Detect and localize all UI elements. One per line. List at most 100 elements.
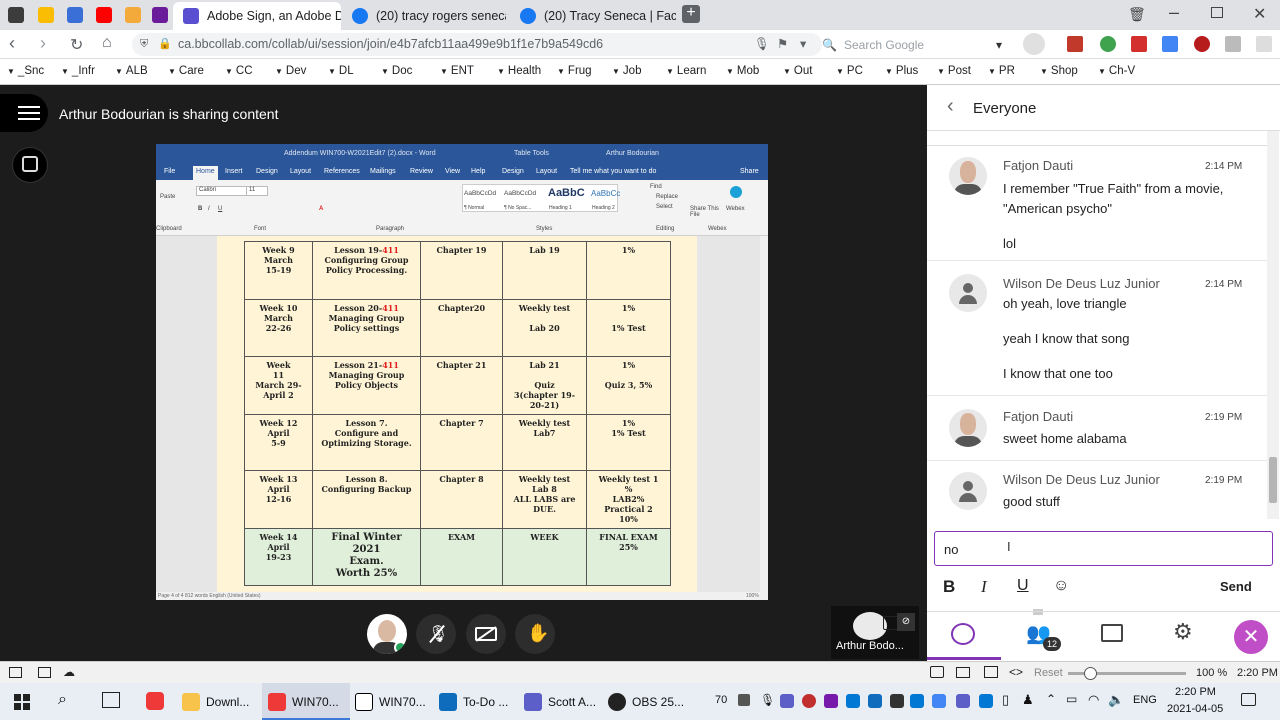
new-tab-button[interactable]: + xyxy=(682,5,700,23)
zoom-content-button[interactable] xyxy=(12,147,48,183)
chat-scrollbar[interactable] xyxy=(1267,131,1279,519)
taskbar-notion-window[interactable]: WIN70... xyxy=(355,693,426,711)
paste-label[interactable]: Paste xyxy=(160,194,175,200)
minimize-button[interactable]: – xyxy=(1169,2,1179,23)
bookmark-folder[interactable]: ▼ Shop xyxy=(1040,65,1078,77)
style-heading1[interactable]: AaBbC xyxy=(548,187,585,199)
panel-toggle-icon[interactable] xyxy=(9,667,22,678)
tray-icon[interactable] xyxy=(979,694,993,708)
vivaldi-icon[interactable] xyxy=(8,7,24,23)
share-button[interactable]: Share xyxy=(740,168,759,175)
taskbar-downloads[interactable]: Downl... xyxy=(182,693,249,711)
maximize-button[interactable] xyxy=(1211,7,1223,18)
image-icon[interactable] xyxy=(984,666,998,678)
raise-hand-button[interactable]: ✋ xyxy=(515,614,555,654)
reload-icon[interactable]: ↻ xyxy=(70,35,83,55)
webex-button[interactable]: Webex xyxy=(726,206,745,212)
extension-icon[interactable] xyxy=(1067,36,1083,52)
word-tab[interactable]: Home xyxy=(193,166,218,180)
pdf-icon[interactable] xyxy=(1131,36,1147,52)
profile-avatar[interactable] xyxy=(1023,33,1045,55)
font-color-icon[interactable]: A xyxy=(319,206,323,212)
bookmark-folder[interactable]: ▼ _Snc xyxy=(7,65,44,77)
home-icon[interactable]: ⌂ xyxy=(102,34,112,52)
clipboard-icon[interactable]: ▯ xyxy=(1002,692,1009,708)
battery-icon[interactable]: ▭ xyxy=(1066,692,1077,706)
tell-me-field[interactable]: Tell me what you want to do xyxy=(570,168,656,175)
word-tab[interactable]: Review xyxy=(410,168,433,175)
scroll-icon[interactable] xyxy=(1256,36,1272,52)
taskbar-obs-window[interactable]: OBS 25... xyxy=(608,693,684,711)
bold-button[interactable]: B xyxy=(943,577,955,597)
chevron-down-icon[interactable]: ▾ xyxy=(800,33,806,56)
word-scrollbar[interactable] xyxy=(760,236,768,592)
back-icon[interactable]: ‹ xyxy=(9,33,15,54)
bookmark-folder[interactable]: ▼ Ch-V xyxy=(1098,65,1135,77)
word-tab[interactable]: Insert xyxy=(225,168,243,175)
bookmark-folder[interactable]: ▼ Post xyxy=(937,65,971,77)
extension-icon[interactable] xyxy=(1225,36,1241,52)
word-tab[interactable]: View xyxy=(445,168,460,175)
windows-start-icon[interactable] xyxy=(14,694,30,710)
onedrive-icon[interactable] xyxy=(910,694,924,708)
taskbar-teams-window[interactable]: Scott A... xyxy=(524,693,596,711)
word-tab[interactable]: Mailings xyxy=(370,168,396,175)
underline-button[interactable]: U xyxy=(1017,577,1029,595)
bookmark-icon[interactable]: ⚑ xyxy=(777,33,788,56)
volume-icon[interactable]: 🔈 xyxy=(1108,692,1124,708)
chevron-down-icon[interactable]: ▾ xyxy=(996,34,1002,56)
bookmark-folder[interactable]: ▼ PC xyxy=(836,65,863,77)
microphone-icon[interactable]: 🎙 xyxy=(754,33,770,56)
scrollbar-thumb[interactable] xyxy=(1269,457,1277,503)
tray-icon[interactable] xyxy=(846,694,860,708)
capture-icon[interactable] xyxy=(930,666,944,678)
italic-button[interactable]: I xyxy=(981,577,987,597)
select-button[interactable]: Select xyxy=(656,204,673,210)
tray-icon[interactable]: ♟ xyxy=(1022,692,1034,708)
camera-button[interactable] xyxy=(466,614,506,654)
tab-facebook-profile[interactable]: (20) Tracy Seneca | Faceboo xyxy=(516,2,676,30)
close-panel-button[interactable]: ✕ xyxy=(1234,620,1268,654)
code-icon[interactable]: <> xyxy=(1009,665,1023,679)
italic-icon[interactable]: I xyxy=(208,206,210,212)
bookmark-folder[interactable]: ▼ Plus xyxy=(885,65,918,77)
translate-icon[interactable] xyxy=(1162,36,1178,52)
zoom-slider-thumb[interactable] xyxy=(1084,667,1097,680)
close-button[interactable]: ✕ xyxy=(1253,4,1266,24)
emoji-button[interactable]: ☺ xyxy=(1053,577,1069,595)
extension-icon[interactable] xyxy=(1100,36,1116,52)
tray-icon[interactable] xyxy=(890,694,904,708)
tray-icon[interactable] xyxy=(932,694,946,708)
search-icon[interactable]: ⌕ xyxy=(58,691,67,709)
onenote-icon[interactable] xyxy=(152,7,168,23)
search-field[interactable]: 🔍 Search Google ▾ xyxy=(820,34,1014,56)
bookmark-folder[interactable]: ▼ Doc xyxy=(381,65,412,77)
zoom-slider[interactable] xyxy=(1068,667,1186,680)
tray-icon[interactable] xyxy=(868,694,882,708)
tab-adobe-sign[interactable]: Adobe Sign, an Adobe Doc xyxy=(173,2,341,30)
back-arrow-icon[interactable]: ‹ xyxy=(947,95,954,118)
keep-icon[interactable] xyxy=(38,7,54,23)
tab-tiling-icon[interactable] xyxy=(38,667,51,678)
bookmark-folder[interactable]: ▼ Dev xyxy=(275,65,306,77)
s-icon[interactable] xyxy=(67,7,83,23)
underline-icon[interactable]: U xyxy=(218,206,222,212)
task-view-icon[interactable] xyxy=(102,692,120,708)
pencil-icon[interactable] xyxy=(125,7,141,23)
word-tab[interactable]: Design xyxy=(256,168,278,175)
reset-zoom-button[interactable]: Reset xyxy=(1034,667,1063,679)
cloud-icon[interactable]: ☁ xyxy=(63,665,75,679)
replace-button[interactable]: Replace xyxy=(656,194,678,200)
bookmark-folder[interactable]: ▼ DL xyxy=(328,65,354,77)
word-tab[interactable]: Help xyxy=(471,168,485,175)
bookmark-folder[interactable]: ▼ Care xyxy=(168,65,204,77)
bookmark-folder[interactable]: ▼ Mob xyxy=(726,65,759,77)
bold-icon[interactable]: B xyxy=(198,206,202,212)
bookmark-folder[interactable]: ▼ _Infr xyxy=(61,65,95,77)
mute-button[interactable]: 🎙 xyxy=(416,614,456,654)
send-button[interactable]: Send xyxy=(1220,579,1252,594)
word-tab[interactable]: Layout xyxy=(536,168,557,175)
url-field[interactable]: ⛨ 🔒 ca.bbcollab.com/collab/ui/session/jo… xyxy=(132,33,822,56)
bookmark-folder[interactable]: ▼ ALB xyxy=(115,65,148,77)
language-indicator[interactable]: ENG xyxy=(1133,694,1157,706)
